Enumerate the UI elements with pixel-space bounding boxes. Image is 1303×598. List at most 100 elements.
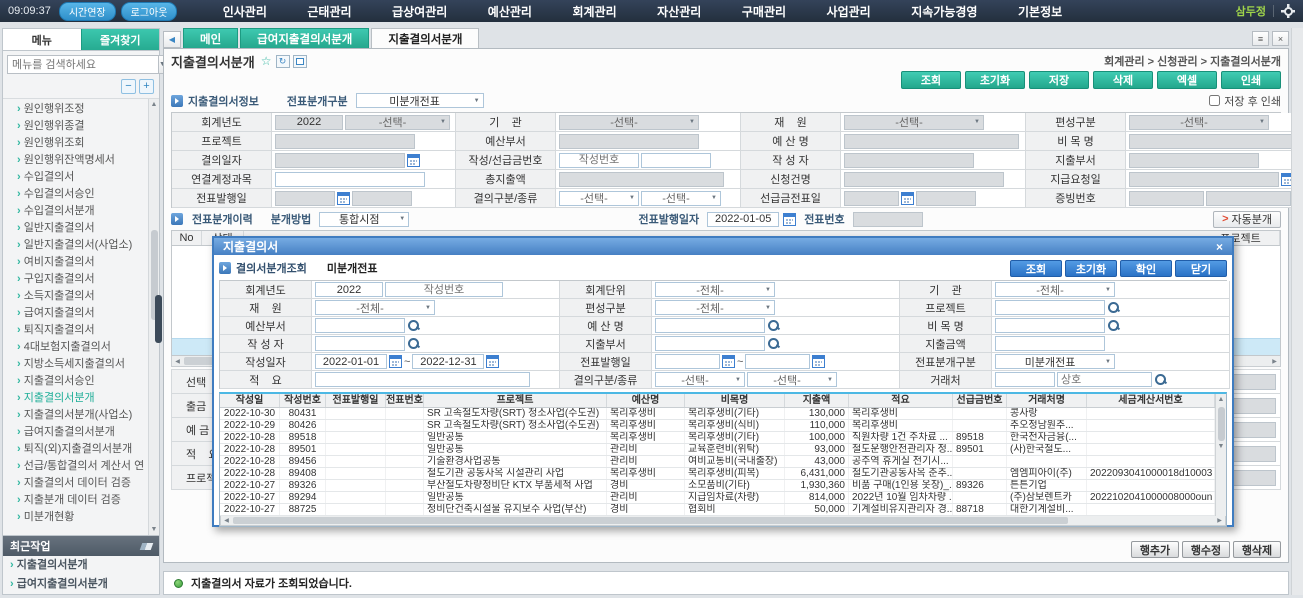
- modal-table-header-cell[interactable]: 세금계산서번호: [1087, 394, 1215, 407]
- toolbar-button[interactable]: 삭제: [1093, 71, 1153, 89]
- global-menu-item[interactable]: 급상여관리: [392, 3, 447, 20]
- document-tab[interactable]: 급여지출결의서분개: [240, 28, 369, 48]
- m-memo-input[interactable]: [315, 372, 530, 387]
- col-no[interactable]: No: [172, 231, 202, 245]
- m-project-input[interactable]: [995, 300, 1105, 315]
- sidebar-menu-item[interactable]: 여비지출결의서: [9, 254, 147, 271]
- hscroll-thumb[interactable]: [233, 517, 1068, 524]
- sidebar-splitter-handle[interactable]: [155, 295, 162, 343]
- scroll-left-icon[interactable]: ◀: [221, 517, 232, 524]
- modal-table-row[interactable]: 2022-10-28 89408 철도기관 공동사옥 시설관리 사업 복리후생비…: [220, 468, 1215, 480]
- refresh-icon[interactable]: ↻: [276, 55, 290, 68]
- budget-dept-input[interactable]: [559, 134, 699, 149]
- detail-side-field[interactable]: [1228, 398, 1276, 414]
- calendar-icon[interactable]: [901, 192, 914, 205]
- popup-window-icon[interactable]: [293, 55, 307, 68]
- m-amount-input[interactable]: [995, 336, 1105, 351]
- modal-table-header-cell[interactable]: 작성일: [220, 394, 280, 407]
- m-write-no-input[interactable]: [385, 282, 503, 297]
- tab-list-icon[interactable]: ≡: [1252, 31, 1269, 46]
- print-after-save-checkbox[interactable]: [1209, 95, 1220, 106]
- search-lookup-icon[interactable]: [407, 319, 420, 332]
- current-user[interactable]: 삼두정: [1236, 3, 1266, 19]
- advance-slip-date-input[interactable]: [844, 191, 899, 206]
- logout-button[interactable]: 로그아웃: [121, 2, 178, 21]
- m-decision-kind-select[interactable]: -선택-▼: [747, 372, 837, 387]
- sidebar-menu-item[interactable]: 수입결의서승인: [9, 186, 147, 203]
- extend-session-button[interactable]: 시간연장: [59, 2, 116, 21]
- m-slip-issue-to-input[interactable]: [745, 354, 810, 369]
- document-tab[interactable]: 지출결의서분개: [371, 28, 479, 48]
- sidebar-menu-item[interactable]: 지출결의서승인: [9, 373, 147, 390]
- org-select[interactable]: -선택-▼: [559, 115, 699, 130]
- modal-table-header-cell[interactable]: 예산명: [607, 394, 685, 407]
- scroll-down-icon[interactable]: ▼: [1218, 441, 1225, 452]
- calendar-icon[interactable]: [783, 213, 796, 226]
- calendar-icon[interactable]: [407, 154, 420, 167]
- fiscal-year-input[interactable]: [275, 115, 343, 130]
- sidebar-menu-item[interactable]: 일반지출결의서: [9, 220, 147, 237]
- m-vendor-name-input[interactable]: [1057, 372, 1152, 387]
- modal-table-header-cell[interactable]: 전표발행일: [326, 394, 386, 407]
- fund-select[interactable]: -선택-▼: [844, 115, 984, 130]
- modal-title-bar[interactable]: 지출결의서 ×: [214, 238, 1232, 255]
- evidence-no-input-1[interactable]: [1129, 191, 1204, 206]
- detail-side-field[interactable]: [1228, 422, 1276, 438]
- global-menu-item[interactable]: 회계관리: [572, 3, 616, 20]
- modal-close-icon[interactable]: ×: [1216, 241, 1223, 253]
- spend-dept-input[interactable]: [1129, 153, 1259, 168]
- modal-table-row[interactable]: 2022-10-29 80426 SR 고속철도차량(SRT) 청소사업(수도권…: [220, 420, 1215, 432]
- global-menu-item[interactable]: 자산관리: [657, 3, 701, 20]
- modal-table-row[interactable]: 2022-10-28 89456 기술환경사업공통 관리비 여비교통비(국내출장…: [220, 456, 1215, 468]
- modal-table-header-cell[interactable]: 지출액: [785, 394, 849, 407]
- sidebar-menu-item[interactable]: 지출결의서분개(사업소): [9, 407, 147, 424]
- writer-input[interactable]: [844, 153, 974, 168]
- search-lookup-icon[interactable]: [767, 319, 780, 332]
- modal-action-button[interactable]: 확인: [1120, 260, 1172, 277]
- calendar-icon[interactable]: [337, 192, 350, 205]
- m-item-name-input[interactable]: [995, 318, 1105, 333]
- decision-kind-select[interactable]: -선택-▼: [641, 191, 721, 206]
- calendar-icon[interactable]: [486, 355, 499, 368]
- scroll-down-icon[interactable]: ▼: [151, 524, 158, 535]
- sidebar-menu-item[interactable]: 원인행위종결: [9, 118, 147, 135]
- journal-method-select[interactable]: 통합시점▼: [319, 212, 409, 227]
- linked-account-input[interactable]: [275, 172, 425, 187]
- sidebar-menu-item[interactable]: 소득지출결의서: [9, 288, 147, 305]
- modal-table-hscrollbar[interactable]: ◀ ▶: [220, 516, 1226, 526]
- document-tab[interactable]: 메인: [183, 28, 238, 48]
- advance-slip-no-input[interactable]: [916, 191, 976, 206]
- sidebar-menu-item[interactable]: 수입결의서: [9, 169, 147, 186]
- m-writer-input[interactable]: [315, 336, 405, 351]
- modal-table-row[interactable]: 2022-10-30 80431 SR 고속철도차량(SRT) 청소사업(수도권…: [220, 408, 1215, 420]
- favorite-star-icon[interactable]: ☆: [261, 54, 272, 68]
- advance-no-input[interactable]: [641, 153, 711, 168]
- m-vendor-code-input[interactable]: [995, 372, 1055, 387]
- row-edit-button[interactable]: 행삭제: [1233, 541, 1281, 558]
- row-edit-button[interactable]: 행추가: [1131, 541, 1179, 558]
- toolbar-button[interactable]: 저장: [1029, 71, 1089, 89]
- project-input[interactable]: [275, 134, 415, 149]
- total-amount-input[interactable]: [559, 172, 724, 187]
- modal-table-row[interactable]: 2022-10-27 88725 정비단건축시설물 유지보수 사업(부산) 경비…: [220, 504, 1215, 516]
- sidebar-menu-item[interactable]: 일반지출결의서(사업소): [9, 237, 147, 254]
- global-menu-item[interactable]: 예산관리: [488, 3, 532, 20]
- sidebar-menu-item[interactable]: 미분개현황: [9, 509, 147, 526]
- modal-table-header-cell[interactable]: 작성번호: [280, 394, 326, 407]
- modal-table-header-cell[interactable]: 적요: [849, 394, 953, 407]
- write-no-input[interactable]: [559, 153, 639, 168]
- sidebar-menu-item[interactable]: 수입결의서분개: [9, 203, 147, 220]
- modal-table-row[interactable]: 2022-10-28 89501 일반공통 관리비 교육훈련비(위탁) 93,0…: [220, 444, 1215, 456]
- m-spend-dept-input[interactable]: [655, 336, 765, 351]
- m-budget-name-input[interactable]: [655, 318, 765, 333]
- decision-date-input[interactable]: [275, 153, 405, 168]
- global-menu-item[interactable]: 기본정보: [1018, 3, 1062, 20]
- gear-icon[interactable]: [1281, 4, 1295, 18]
- sidebar-menu-item[interactable]: 지출분개 데이터 검증: [9, 492, 147, 509]
- m-decision-division-select[interactable]: -선택-▼: [655, 372, 745, 387]
- composition-select[interactable]: -선택-▼: [1129, 115, 1269, 130]
- m-date-from-input[interactable]: [315, 354, 387, 369]
- m-acct-unit-select[interactable]: -전체-▼: [655, 282, 775, 297]
- close-tab-icon[interactable]: ×: [1272, 31, 1289, 46]
- menu-search-input[interactable]: [7, 55, 159, 74]
